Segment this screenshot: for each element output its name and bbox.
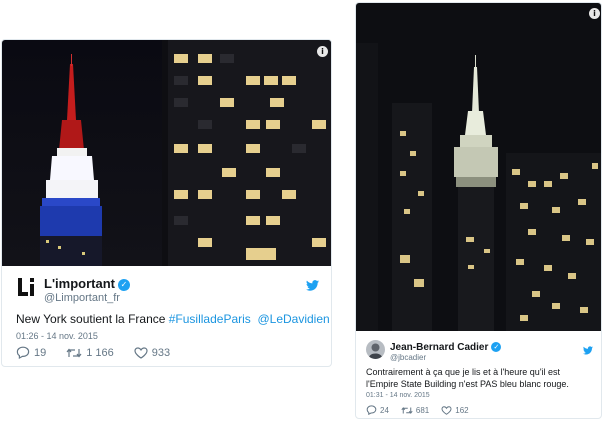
retweet-count: 681 <box>415 405 430 415</box>
author-handle[interactable]: @jbcadier <box>390 353 426 362</box>
image-info-icon[interactable]: i <box>589 8 600 19</box>
reply-icon <box>16 346 30 359</box>
like-count: 933 <box>151 346 171 359</box>
like-icon <box>134 346 148 359</box>
tweet-timestamp[interactable]: 01:26 - 14 nov. 2015 <box>16 331 98 341</box>
retweet-count: 1 166 <box>86 346 114 359</box>
tweet-actions: 19 1 166 933 <box>16 346 190 359</box>
mention-link[interactable]: @LeDavidien <box>257 312 329 326</box>
tweet-text: Contrairement à ça que je lis et à l'heu… <box>366 367 569 389</box>
limportant-logo-icon <box>16 276 38 298</box>
reply-button[interactable]: 24 <box>366 405 389 415</box>
reply-button[interactable]: 19 <box>16 346 46 359</box>
hashtag-link[interactable]: #FusilladeParis <box>169 312 251 326</box>
reply-count: 24 <box>380 405 389 415</box>
like-icon <box>441 405 452 415</box>
avatar-jbcadier[interactable] <box>366 340 385 359</box>
author-handle[interactable]: @Limportant_fr <box>44 292 120 304</box>
like-button[interactable]: 933 <box>134 347 170 359</box>
retweet-button[interactable]: 1 166 <box>66 347 114 359</box>
tweet-photo-empire-state-white[interactable] <box>356 3 601 331</box>
twitter-bird-icon[interactable] <box>306 278 319 296</box>
empire-state-tricolor-image <box>2 40 331 266</box>
like-count: 162 <box>455 405 469 415</box>
verified-badge-icon: ✓ <box>117 279 130 291</box>
author-name[interactable]: Jean-Bernard Cadier ✓ <box>390 342 502 353</box>
tweet-photo-empire-state-tricolor[interactable] <box>2 40 331 266</box>
tweet-timestamp[interactable]: 01:31 - 14 nov. 2015 <box>366 392 430 399</box>
avatar-limportant[interactable] <box>16 276 38 298</box>
image-info-icon[interactable]: i <box>317 46 328 57</box>
empire-state-white-image <box>356 3 601 331</box>
like-button[interactable]: 162 <box>441 405 469 415</box>
user-portrait-icon <box>366 340 385 359</box>
twitter-bird-icon[interactable] <box>583 342 593 360</box>
tweet-card-jbcadier[interactable]: i Jean-Bernard Cadier ✓ @jbcadier Contrai… <box>355 2 602 419</box>
tweet-card-limportant[interactable]: i L'important ✓ @Limportant_fr New York s… <box>1 39 332 367</box>
reply-count: 19 <box>34 346 47 359</box>
retweet-button[interactable]: 681 <box>401 406 429 415</box>
author-name[interactable]: L'important ✓ <box>44 276 130 291</box>
retweet-icon <box>66 348 82 357</box>
tweet-text: New York soutient la France #FusilladePa… <box>16 312 330 326</box>
verified-badge-icon: ✓ <box>491 342 502 352</box>
tweet-actions: 24 681 162 <box>366 405 481 415</box>
retweet-icon <box>401 406 413 414</box>
reply-icon <box>366 405 377 415</box>
